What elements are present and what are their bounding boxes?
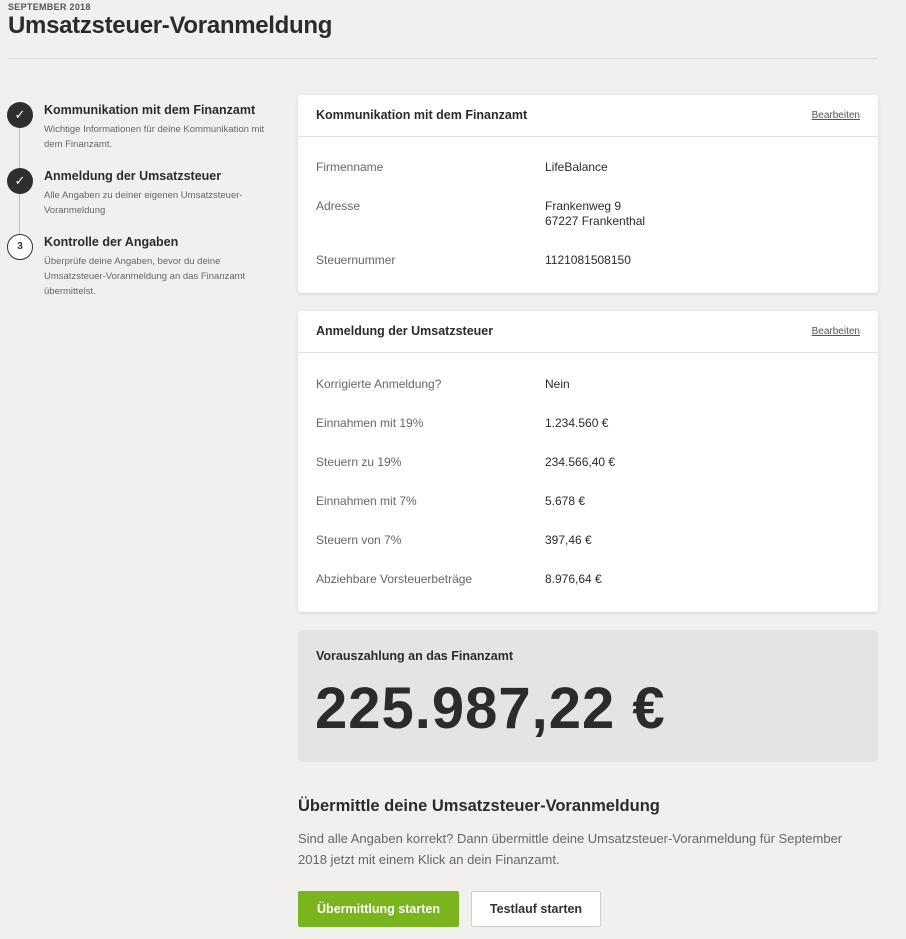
page-header: SEPTEMBER 2018 Umsatzsteuer-Voranmeldung	[8, 2, 878, 40]
step-number-badge: 3	[7, 234, 33, 260]
total-label: Vorauszahlung an das Finanzamt	[316, 649, 514, 663]
detail-label: Einnahmen mit 19%	[316, 416, 424, 430]
page-title: Umsatzsteuer-Voranmeldung	[8, 12, 333, 39]
registration-summary-card: Anmeldung der Umsatzsteuer Bearbeiten Ko…	[298, 311, 878, 612]
detail-label: Einnahmen mit 7%	[316, 494, 417, 508]
detail-label: Steuern von 7%	[316, 533, 402, 547]
card-header: Anmeldung der Umsatzsteuer Bearbeiten	[298, 311, 878, 353]
detail-label: Steuern zu 19%	[316, 455, 402, 469]
step-communication[interactable]: ✓ Kommunikation mit dem Finanzamt Wichti…	[7, 101, 277, 167]
detail-label: Korrigierte Anmeldung?	[316, 377, 442, 391]
detail-value: 5.678 €	[545, 494, 586, 508]
card-header: Kommunikation mit dem Finanzamt Bearbeit…	[298, 95, 878, 137]
step-title: Kommunikation mit dem Finanzamt	[44, 103, 256, 117]
check-icon: ✓	[7, 168, 33, 194]
submit-title: Übermittle deine Umsatzsteuer-Voranmeldu…	[298, 797, 660, 815]
step-description: Wichtige Informationen für deine Kommuni…	[44, 124, 265, 150]
step-registration[interactable]: ✓ Anmeldung der Umsatzsteuer Alle Angabe…	[7, 167, 277, 233]
check-icon: ✓	[7, 102, 33, 128]
period-label: SEPTEMBER 2018	[8, 2, 91, 12]
detail-value: 234.566,40 €	[545, 455, 616, 469]
card-title: Anmeldung der Umsatzsteuer	[316, 324, 494, 338]
card-title: Kommunikation mit dem Finanzamt	[316, 108, 528, 122]
detail-value: 397,46 €	[545, 533, 592, 547]
header-divider	[8, 58, 878, 59]
step-description: Alle Angaben zu deiner eigenen Umsatzste…	[44, 190, 243, 216]
edit-communication-link[interactable]: Bearbeiten	[812, 110, 860, 121]
total-amount: 225.987,22 €	[315, 676, 666, 741]
step-title: Anmeldung der Umsatzsteuer	[44, 169, 222, 183]
address-city: 67227 Frankenthal	[545, 214, 646, 228]
submit-description: Sind alle Angaben korrekt? Dann übermitt…	[298, 831, 843, 867]
submit-section: Übermittle deine Umsatzsteuer-Voranmeldu…	[298, 796, 878, 927]
detail-label: Abziehbare Vorsteuerbeträge	[316, 572, 473, 586]
detail-label: Steuernummer	[316, 253, 396, 267]
address-street: Frankenweg 9	[545, 199, 622, 213]
step-review[interactable]: 3 Kontrolle der Angaben Überprüfe deine …	[7, 233, 277, 299]
prepayment-total-box: Vorauszahlung an das Finanzamt 225.987,2…	[298, 630, 878, 762]
edit-registration-link[interactable]: Bearbeiten	[812, 326, 860, 337]
step-description: Überprüfe deine Angaben, bevor du deine …	[44, 256, 246, 297]
detail-label: Firmenname	[316, 160, 384, 174]
detail-label: Adresse	[316, 199, 361, 213]
detail-value: 1121081508150	[545, 253, 631, 267]
test-run-button[interactable]: Testlauf starten	[471, 891, 601, 927]
detail-value: Frankenweg 9 67227 Frankenthal	[545, 199, 845, 229]
progress-stepper: ✓ Kommunikation mit dem Finanzamt Wichti…	[7, 101, 277, 299]
detail-value: LifeBalance	[545, 160, 608, 174]
detail-value: 8.976,64 €	[545, 572, 602, 586]
start-transmission-button[interactable]: Übermittlung starten	[298, 891, 459, 927]
step-title: Kontrolle der Angaben	[44, 235, 179, 249]
detail-value: 1.234.560 €	[545, 416, 609, 430]
detail-value: Nein	[545, 377, 570, 391]
communication-summary-card: Kommunikation mit dem Finanzamt Bearbeit…	[298, 95, 878, 293]
